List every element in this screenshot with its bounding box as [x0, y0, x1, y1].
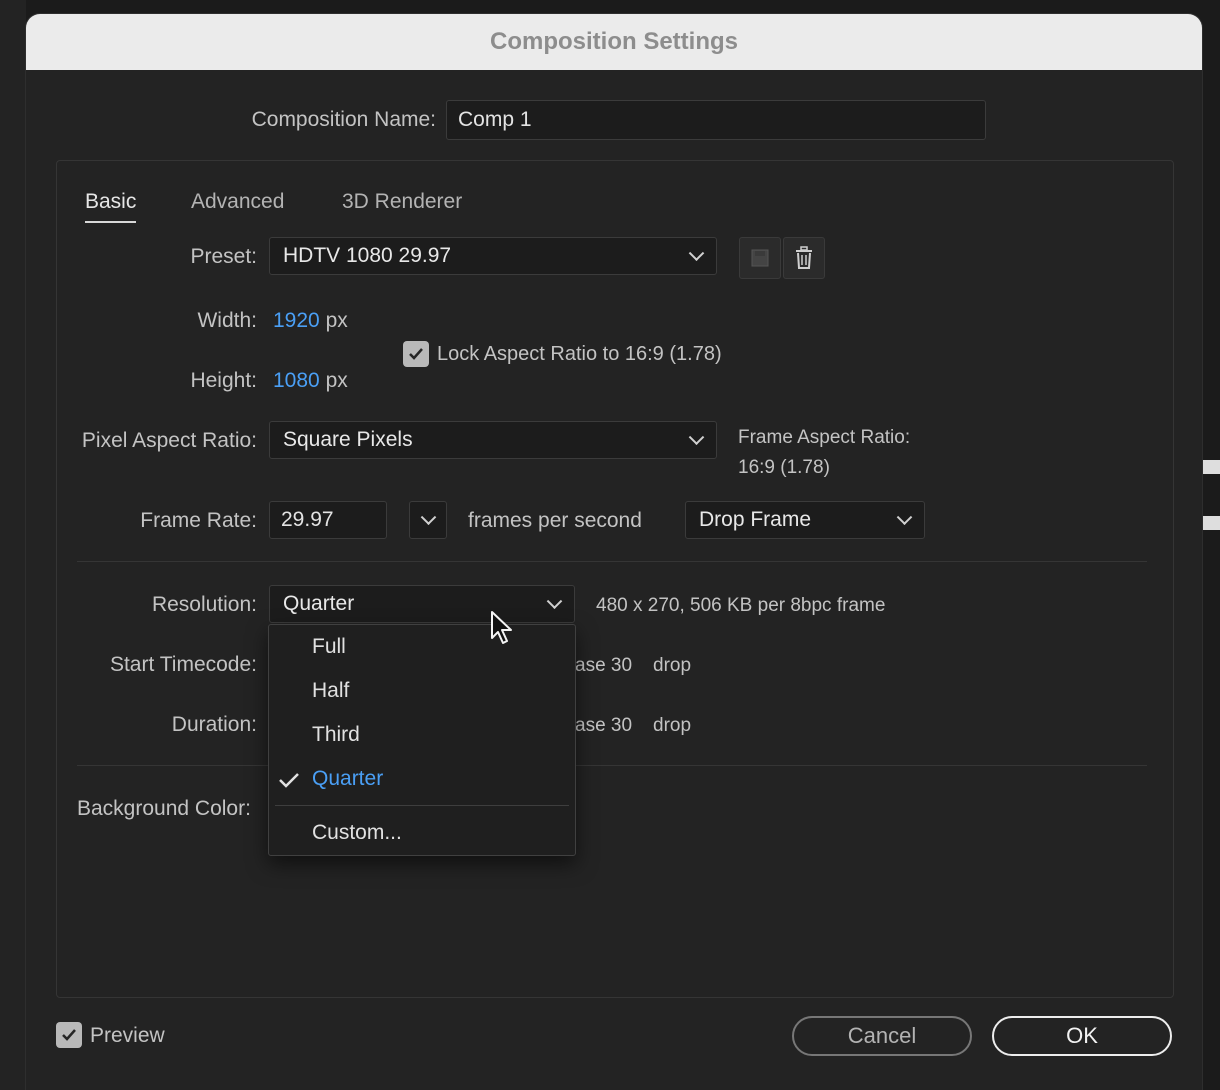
checkmark-icon [409, 348, 423, 360]
frame-rate-value: 29.97 [281, 508, 334, 531]
frame-rate-label: Frame Rate: [140, 509, 257, 532]
delete-preset-button[interactable] [783, 237, 825, 279]
chevron-down-icon [546, 593, 563, 610]
lock-aspect-label: Lock Aspect Ratio to 16:9 (1.78) [437, 343, 722, 365]
menu-item-full[interactable]: Full [312, 635, 346, 659]
menu-item-third[interactable]: Third [312, 723, 360, 747]
trash-icon [796, 246, 812, 269]
tab-basic[interactable]: Basic [85, 190, 137, 223]
drop-frame-value: Drop Frame [699, 508, 812, 531]
background-tab-marker [1202, 460, 1220, 474]
duration-label: Duration: [171, 713, 257, 736]
chevron-down-icon [688, 429, 705, 446]
width-label: Width: [197, 309, 257, 332]
start-timecode-drop: drop [653, 655, 692, 676]
pixel-aspect-label: Pixel Aspect Ratio: [81, 429, 257, 452]
drop-frame-select[interactable]: Drop Frame [685, 501, 925, 539]
height-unit: px [325, 369, 348, 392]
tab-3d-renderer[interactable]: 3D Renderer [342, 190, 462, 214]
frame-rate-unit: frames per second [468, 509, 642, 532]
composition-name-label: Composition Name: [251, 108, 436, 131]
chevron-down-icon [420, 509, 437, 526]
dialog-title: Composition Settings [26, 14, 1202, 70]
resolution-value: Quarter [283, 592, 355, 615]
resolution-menu: Full Half Third Quarter Custom... [268, 624, 576, 856]
frame-rate-input[interactable]: 29.97 [269, 501, 387, 539]
save-preset-icon [751, 249, 769, 267]
width-value[interactable]: 1920 [273, 309, 320, 332]
height-label: Height: [190, 369, 257, 392]
menu-item-half[interactable]: Half [312, 679, 349, 703]
mouse-cursor-icon [491, 611, 512, 644]
pixel-aspect-select[interactable]: Square Pixels [269, 421, 717, 459]
chevron-down-icon [896, 509, 913, 526]
save-preset-button[interactable] [739, 237, 781, 279]
menu-separator [275, 805, 569, 806]
preset-select[interactable]: HDTV 1080 29.97 [269, 237, 717, 275]
lock-aspect-checkbox[interactable] [403, 341, 429, 367]
start-timecode-label: Start Timecode: [109, 653, 257, 676]
preset-label: Preset: [190, 245, 257, 268]
start-timecode-base: ase 30 [575, 655, 633, 676]
frame-rate-dropdown[interactable] [409, 501, 447, 539]
checkmark-icon [279, 773, 299, 788]
duration-base: ase 30 [575, 715, 633, 736]
composition-settings-dialog: Composition Settings Composition Name: C… [26, 14, 1202, 1090]
height-field: 1080 px [273, 369, 348, 393]
composition-name-input[interactable]: Comp 1 [446, 100, 986, 140]
composition-name-value: Comp 1 [458, 108, 532, 131]
cancel-button[interactable]: Cancel [792, 1016, 972, 1056]
width-unit: px [325, 309, 348, 332]
checkmark-icon [62, 1029, 76, 1041]
preview-checkbox[interactable] [56, 1022, 82, 1048]
background-panel-left [0, 0, 26, 1090]
settings-panel: Basic Advanced 3D Renderer Preset: HDTV … [56, 160, 1174, 998]
section-divider [77, 765, 1147, 766]
background-color-label: Background Color: [77, 797, 251, 820]
frame-aspect-value: 16:9 (1.78) [738, 457, 830, 478]
resolution-label: Resolution: [151, 593, 257, 616]
background-tab-marker [1202, 516, 1220, 530]
tab-advanced[interactable]: Advanced [191, 190, 284, 214]
menu-item-custom[interactable]: Custom... [312, 821, 402, 845]
chevron-down-icon [688, 245, 705, 262]
pixel-aspect-value: Square Pixels [283, 428, 413, 451]
menu-item-quarter[interactable]: Quarter [312, 767, 383, 791]
resolution-select[interactable]: Quarter [269, 585, 575, 623]
height-value[interactable]: 1080 [273, 369, 320, 392]
resolution-info: 480 x 270, 506 KB per 8bpc frame [596, 595, 886, 616]
duration-drop: drop [653, 715, 692, 736]
preview-label: Preview [90, 1024, 165, 1047]
frame-aspect-label: Frame Aspect Ratio: [738, 427, 911, 448]
ok-button[interactable]: OK [992, 1016, 1172, 1056]
width-field: 1920 px [273, 309, 348, 333]
section-divider [77, 561, 1147, 562]
preset-value: HDTV 1080 29.97 [283, 244, 452, 267]
